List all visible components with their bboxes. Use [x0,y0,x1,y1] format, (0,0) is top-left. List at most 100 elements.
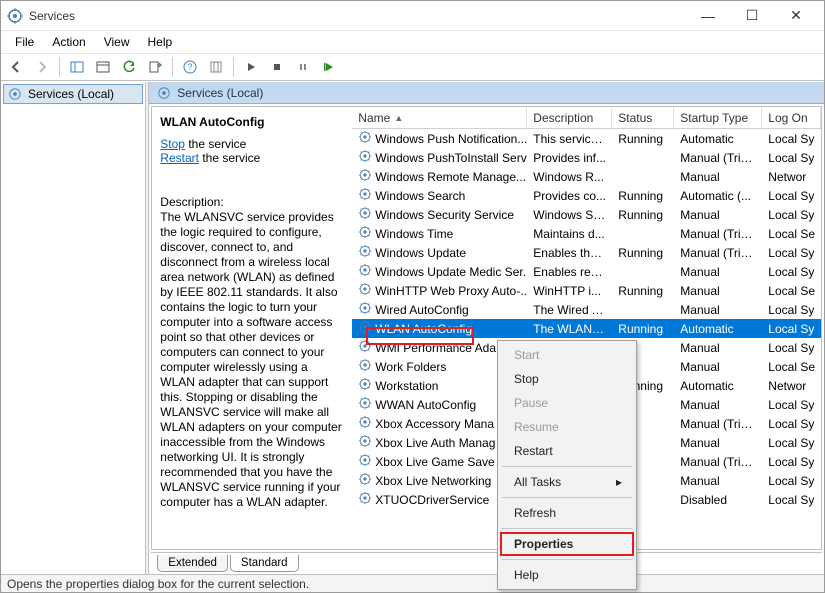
gear-icon [358,358,372,375]
tab-extended[interactable]: Extended [157,555,228,572]
col-header-description[interactable]: Description [527,108,612,128]
table-row[interactable]: Windows UpdateEnables the ...RunningManu… [352,243,821,262]
stop-service-link[interactable]: Stop [160,137,185,151]
cell-startup: Manual (Trig... [674,455,762,469]
menu-help[interactable]: Help [140,33,181,51]
ctx-pause: Pause [500,391,634,415]
properties-button[interactable] [92,56,114,78]
cell-logon: Local Sy [762,246,821,260]
export-list-button[interactable] [144,56,166,78]
gear-icon [358,263,372,280]
column-button[interactable] [205,56,227,78]
ctx-all-tasks[interactable]: All Tasks▸ [500,470,634,494]
close-button[interactable]: ✕ [774,2,818,30]
gear-icon [358,339,372,356]
cell-logon: Local Sy [762,265,821,279]
minimize-button[interactable]: — [686,2,730,30]
toolbar-separator [233,57,234,77]
service-name-text: Xbox Live Auth Manag [375,436,495,450]
cell-name: Windows Update Medic Ser... [352,263,527,280]
service-name-text: Windows Search [375,189,465,203]
tree-item-services-local[interactable]: Services (Local) [3,84,143,104]
cell-logon: Local Sy [762,493,821,507]
cell-startup: Automatic [674,322,762,336]
forward-button[interactable] [31,56,53,78]
service-name-text: WLAN AutoConfig [375,322,472,336]
cell-description: Provides co... [527,189,612,203]
sort-asc-icon: ▲ [394,113,403,123]
cell-startup: Manual (Trig... [674,417,762,431]
restart-service-button[interactable] [318,56,340,78]
column-headers: Name ▲ Description Status Startup Type L… [352,107,821,129]
maximize-button[interactable]: ☐ [730,2,774,30]
back-button[interactable] [5,56,27,78]
help-button[interactable]: ? [179,56,201,78]
menu-action[interactable]: Action [44,33,93,51]
table-row[interactable]: Windows Security ServiceWindows Se...Run… [352,205,821,224]
service-name-heading: WLAN AutoConfig [160,115,343,129]
service-name-text: XTUOCDriverService [375,493,489,507]
table-row[interactable]: Wired AutoConfigThe Wired A...ManualLoca… [352,300,821,319]
cell-logon: Local Sy [762,132,821,146]
service-name-text: Xbox Live Networking [375,474,491,488]
gear-icon [8,87,22,101]
cell-logon: Local Se [762,284,821,298]
ctx-restart[interactable]: Restart [500,439,634,463]
table-row[interactable]: Windows Remote Manage...Windows R...Manu… [352,167,821,186]
gear-icon [358,472,372,489]
cell-logon: Local Sy [762,455,821,469]
ctx-refresh[interactable]: Refresh [500,501,634,525]
ctx-properties[interactable]: Properties [500,532,634,556]
gear-icon [358,301,372,318]
cell-status: Running [612,284,674,298]
table-row[interactable]: Windows SearchProvides co...RunningAutom… [352,186,821,205]
col-header-status[interactable]: Status [612,108,674,128]
gear-icon [358,225,372,242]
details-header-label: Services (Local) [177,86,263,100]
cell-startup: Manual [674,170,762,184]
table-row[interactable]: WinHTTP Web Proxy Auto-...WinHTTP i...Ru… [352,281,821,300]
ctx-stop[interactable]: Stop [500,367,634,391]
menu-file[interactable]: File [7,33,42,51]
ctx-all-tasks-label: All Tasks [514,475,561,489]
restart-suffix-text: the service [199,151,260,165]
cell-startup: Automatic (... [674,189,762,203]
tab-standard[interactable]: Standard [230,555,299,572]
ctx-separator [502,528,632,529]
col-label: Name [358,111,390,125]
cell-logon: Local Se [762,360,821,374]
restart-service-link[interactable]: Restart [160,151,199,165]
svg-text:?: ? [187,62,192,72]
table-row[interactable]: Windows Push Notification...This service… [352,129,821,148]
refresh-button[interactable] [118,56,140,78]
col-header-logon[interactable]: Log On [762,108,821,128]
gear-icon [358,282,372,299]
stop-service-button[interactable] [266,56,288,78]
table-row[interactable]: Windows Update Medic Ser...Enables rem..… [352,262,821,281]
view-tabs: Extended Standard [151,552,822,572]
col-header-name[interactable]: Name ▲ [352,108,527,128]
menu-view[interactable]: View [96,33,138,51]
cell-startup: Manual [674,398,762,412]
table-row[interactable]: Windows PushToInstall Serv...Provides in… [352,148,821,167]
gear-icon [157,86,171,100]
cell-logon: Local Sy [762,417,821,431]
ctx-start: Start [500,343,634,367]
details-header: Services (Local) [149,82,824,104]
start-service-button[interactable] [240,56,262,78]
service-name-text: Wired AutoConfig [375,303,468,317]
toolbar: ? [1,53,824,81]
pause-service-button[interactable] [292,56,314,78]
cell-startup: Manual [674,341,762,355]
cell-logon: Local Se [762,227,821,241]
cell-logon: Local Sy [762,189,821,203]
col-header-startup[interactable]: Startup Type [674,108,762,128]
ctx-help[interactable]: Help [500,563,634,587]
show-hide-tree-button[interactable] [66,56,88,78]
cell-logon: Local Sy [762,322,821,336]
cell-status: Running [612,322,674,336]
cell-startup: Manual [674,474,762,488]
table-row[interactable]: WLAN AutoConfigThe WLANS...RunningAutoma… [352,319,821,338]
table-row[interactable]: Windows TimeMaintains d...Manual (Trig..… [352,224,821,243]
service-name-text: Workstation [375,379,438,393]
